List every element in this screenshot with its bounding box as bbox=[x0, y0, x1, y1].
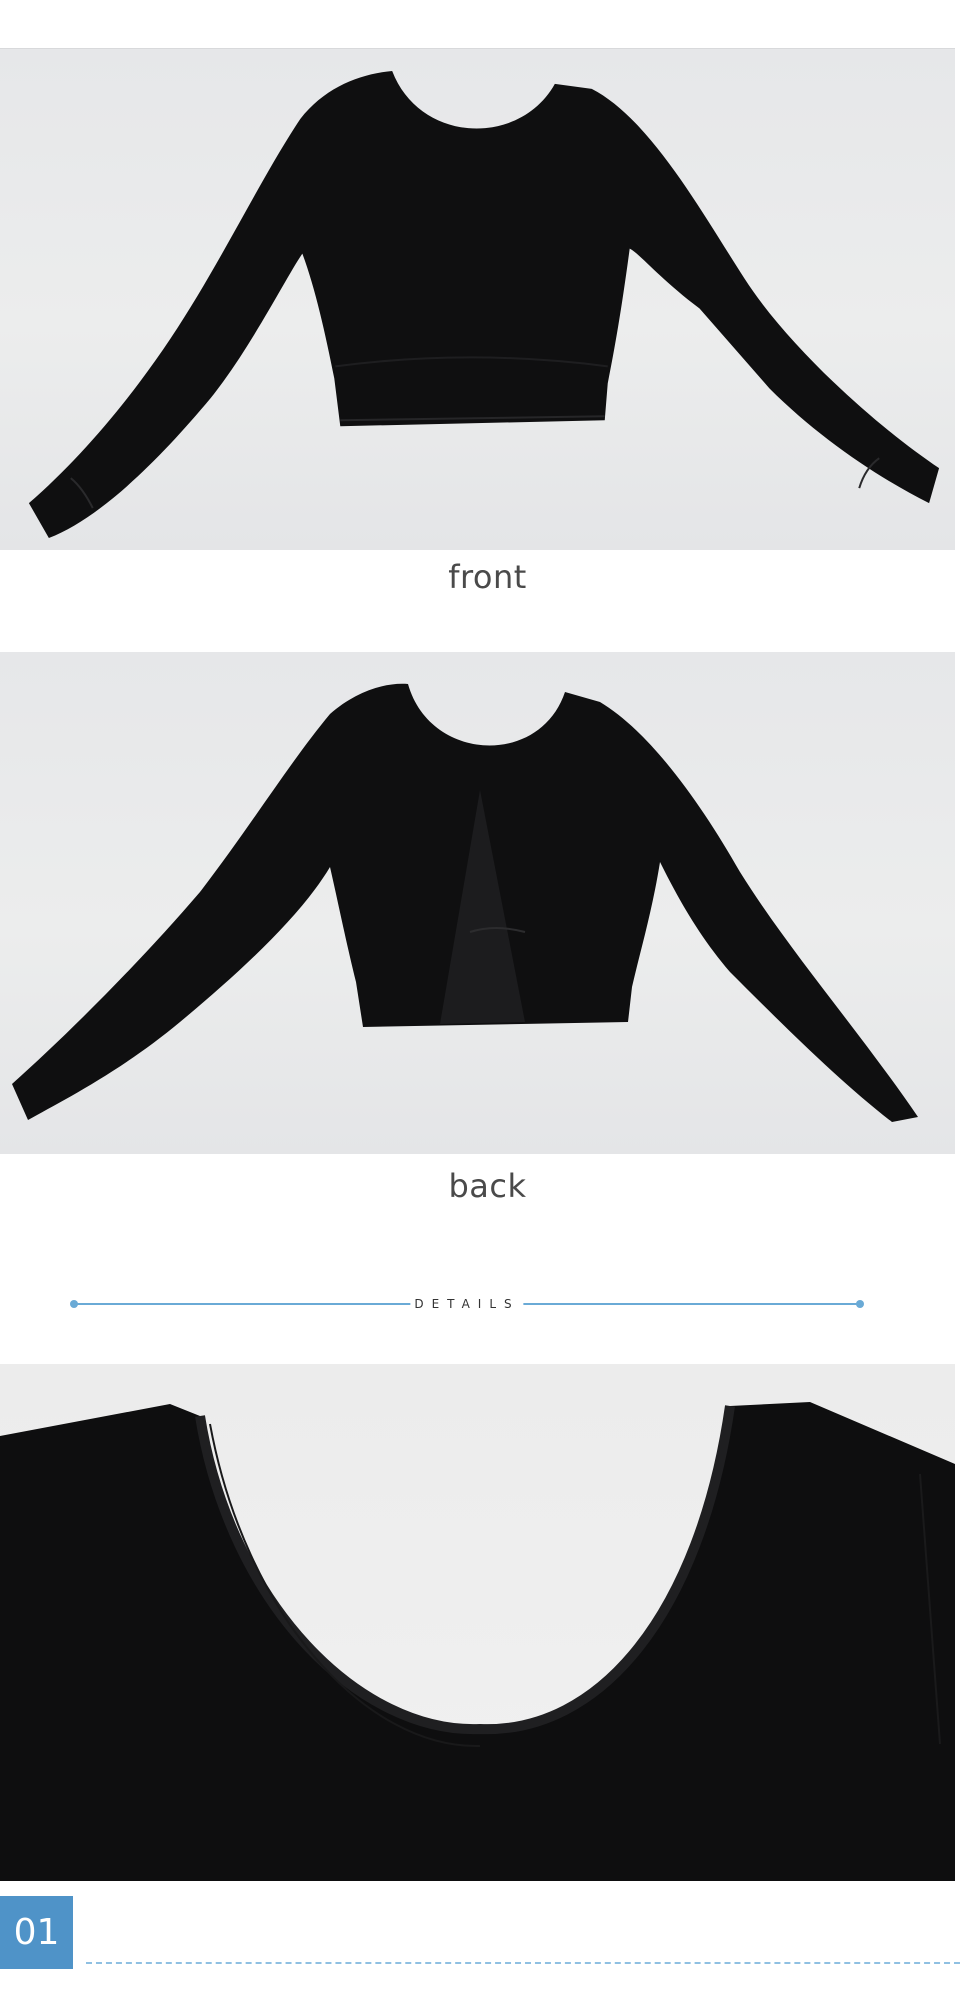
front-view-photo bbox=[0, 48, 955, 550]
shirt-front-illustration bbox=[28, 70, 940, 539]
divider-dot-right bbox=[856, 1300, 864, 1308]
back-caption: back bbox=[448, 1167, 527, 1205]
front-caption: front bbox=[448, 558, 527, 596]
shirt-back-illustration bbox=[12, 683, 918, 1122]
details-divider: DETAILS bbox=[70, 1295, 864, 1313]
shirt-front-body bbox=[28, 70, 940, 539]
back-view-photo bbox=[0, 652, 955, 1154]
neckline-fabric bbox=[0, 1402, 955, 1881]
section-number-badge: 01 bbox=[0, 1896, 73, 1969]
divider-dot-left bbox=[70, 1300, 78, 1308]
neckline-closeup-illustration bbox=[0, 1402, 955, 1881]
dashed-rule bbox=[86, 1962, 960, 1964]
details-label: DETAILS bbox=[410, 1295, 524, 1313]
neckline-detail-photo bbox=[0, 1364, 955, 1881]
